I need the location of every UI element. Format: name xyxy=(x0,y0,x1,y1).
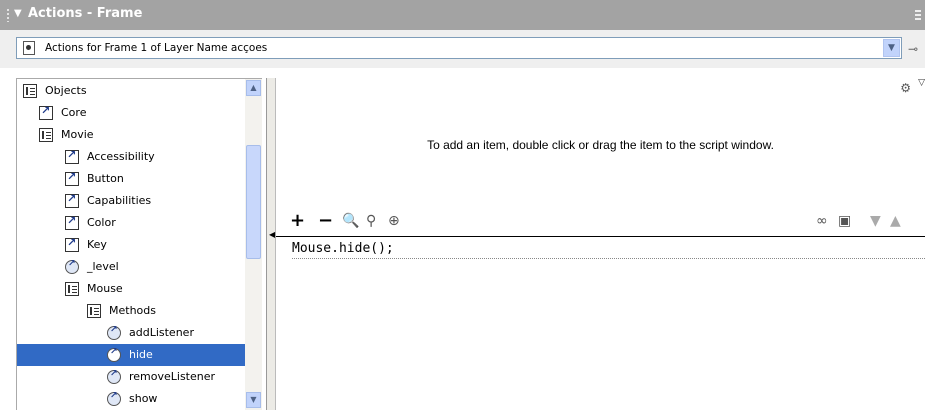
actions-toolbox: Objects Core Movie Accessibility Button Capab… xyxy=(16,78,262,410)
panel-title: Actions - Frame xyxy=(28,6,143,21)
book-icon xyxy=(87,304,101,318)
tree-item-methods[interactable]: Methods xyxy=(17,300,245,322)
method-icon xyxy=(107,325,121,340)
move-down-icon[interactable]: ▼ xyxy=(870,213,881,229)
tree-item-label: Movie xyxy=(61,128,94,141)
class-icon xyxy=(65,192,79,208)
class-icon xyxy=(65,170,79,186)
toolbox-scrollbar[interactable]: ▲ ▼ xyxy=(245,79,262,410)
drag-grip-icon[interactable] xyxy=(6,8,10,22)
tree-item-objects[interactable]: Objects xyxy=(17,80,245,102)
tree-item-show[interactable]: show xyxy=(17,388,245,410)
book-icon xyxy=(65,282,79,296)
target-bar: Actions for Frame 1 of Layer Name acçoes… xyxy=(0,30,925,68)
method-icon xyxy=(107,391,121,406)
tree-item-label: Core xyxy=(61,106,87,119)
tree-item-label: removeListener xyxy=(129,370,216,383)
frame-icon xyxy=(23,41,35,55)
collapse-arrow-icon[interactable]: ▼ xyxy=(14,8,22,19)
tree-item-label: _level xyxy=(87,260,119,273)
tree-item-label: Color xyxy=(87,216,116,229)
script-editor[interactable]: Mouse.hide(); xyxy=(276,236,925,410)
tree-item-label: show xyxy=(129,392,158,405)
book-icon xyxy=(23,84,37,98)
method-icon xyxy=(65,259,79,274)
collapse-left-icon[interactable]: ◀ xyxy=(269,230,275,239)
panel-menu-icon[interactable] xyxy=(915,10,921,20)
script-pane: ⚙ ▽ To add an item, double click or drag… xyxy=(276,78,925,410)
tree-item-label: Capabilities xyxy=(87,194,152,207)
tree-item-button[interactable]: Button xyxy=(17,168,245,190)
tree-item-label: Objects xyxy=(45,84,87,97)
tree-item-key[interactable]: Key xyxy=(17,234,245,256)
target-dropdown[interactable]: Actions for Frame 1 of Layer Name acçoes… xyxy=(16,37,902,59)
move-up-icon[interactable]: ▲ xyxy=(890,213,901,229)
tree-item-label: Accessibility xyxy=(87,150,155,163)
code-line[interactable]: Mouse.hide(); xyxy=(292,241,394,256)
target-path-icon[interactable]: ⊕ xyxy=(388,213,400,229)
tree-item-core[interactable]: Core xyxy=(17,102,245,124)
add-button[interactable]: + xyxy=(290,210,305,231)
class-icon xyxy=(39,104,53,120)
tree-item-label: Methods xyxy=(109,304,156,317)
class-icon xyxy=(65,148,79,164)
chevron-down-icon[interactable]: ▼ xyxy=(883,39,900,57)
tree-item-label: hide xyxy=(129,348,153,361)
tree-item-movie[interactable]: Movie xyxy=(17,124,245,146)
tree-item-color[interactable]: Color xyxy=(17,212,245,234)
method-icon xyxy=(107,369,121,384)
debug-options-icon[interactable]: ∞ xyxy=(816,213,828,229)
class-icon xyxy=(65,214,79,230)
current-line-marker xyxy=(292,258,925,259)
remove-button[interactable]: − xyxy=(318,210,333,231)
pane-splitter[interactable]: ◀ xyxy=(266,78,276,410)
tree-item-label: Button xyxy=(87,172,124,185)
tree-item-label: Mouse xyxy=(87,282,123,295)
tree-item-capabilities[interactable]: Capabilities xyxy=(17,190,245,212)
tree-item-label: Key xyxy=(87,238,107,251)
tree-item-mouse[interactable]: Mouse xyxy=(17,278,245,300)
scroll-down-icon[interactable]: ▼ xyxy=(246,392,261,408)
scroll-thumb[interactable] xyxy=(246,145,261,259)
script-toolbar: + − 🔍 ⚲ ⊕ ∞ ▣ ▼ ▲ xyxy=(276,208,925,236)
book-icon xyxy=(39,128,53,142)
target-label: Actions for Frame 1 of Layer Name acçoes xyxy=(45,42,268,54)
method-icon xyxy=(107,347,121,362)
view-options-menu-icon[interactable]: ▣ xyxy=(838,213,851,229)
panel-titlebar[interactable]: ▼ Actions - Frame xyxy=(0,0,925,30)
scroll-up-icon[interactable]: ▲ xyxy=(246,80,261,96)
find-icon[interactable]: 🔍 xyxy=(342,213,359,229)
tree-item-hide[interactable]: hide xyxy=(17,344,245,366)
class-icon xyxy=(65,236,79,252)
tree-item-level[interactable]: _level xyxy=(17,256,245,278)
hint-text: To add an item, double click or drag the… xyxy=(427,138,774,152)
tree-item-label: addListener xyxy=(129,326,194,339)
tree-item-accessibility[interactable]: Accessibility xyxy=(17,146,245,168)
tree-item-removelistener[interactable]: removeListener xyxy=(17,366,245,388)
view-options-icon[interactable]: ▽ xyxy=(918,78,925,88)
pin-icon[interactable]: ⊸ xyxy=(908,43,922,55)
tree-item-addlistener[interactable]: addListener xyxy=(17,322,245,344)
replace-icon[interactable]: ⚲ xyxy=(366,213,376,229)
reference-icon[interactable]: ⚙ xyxy=(900,81,911,95)
